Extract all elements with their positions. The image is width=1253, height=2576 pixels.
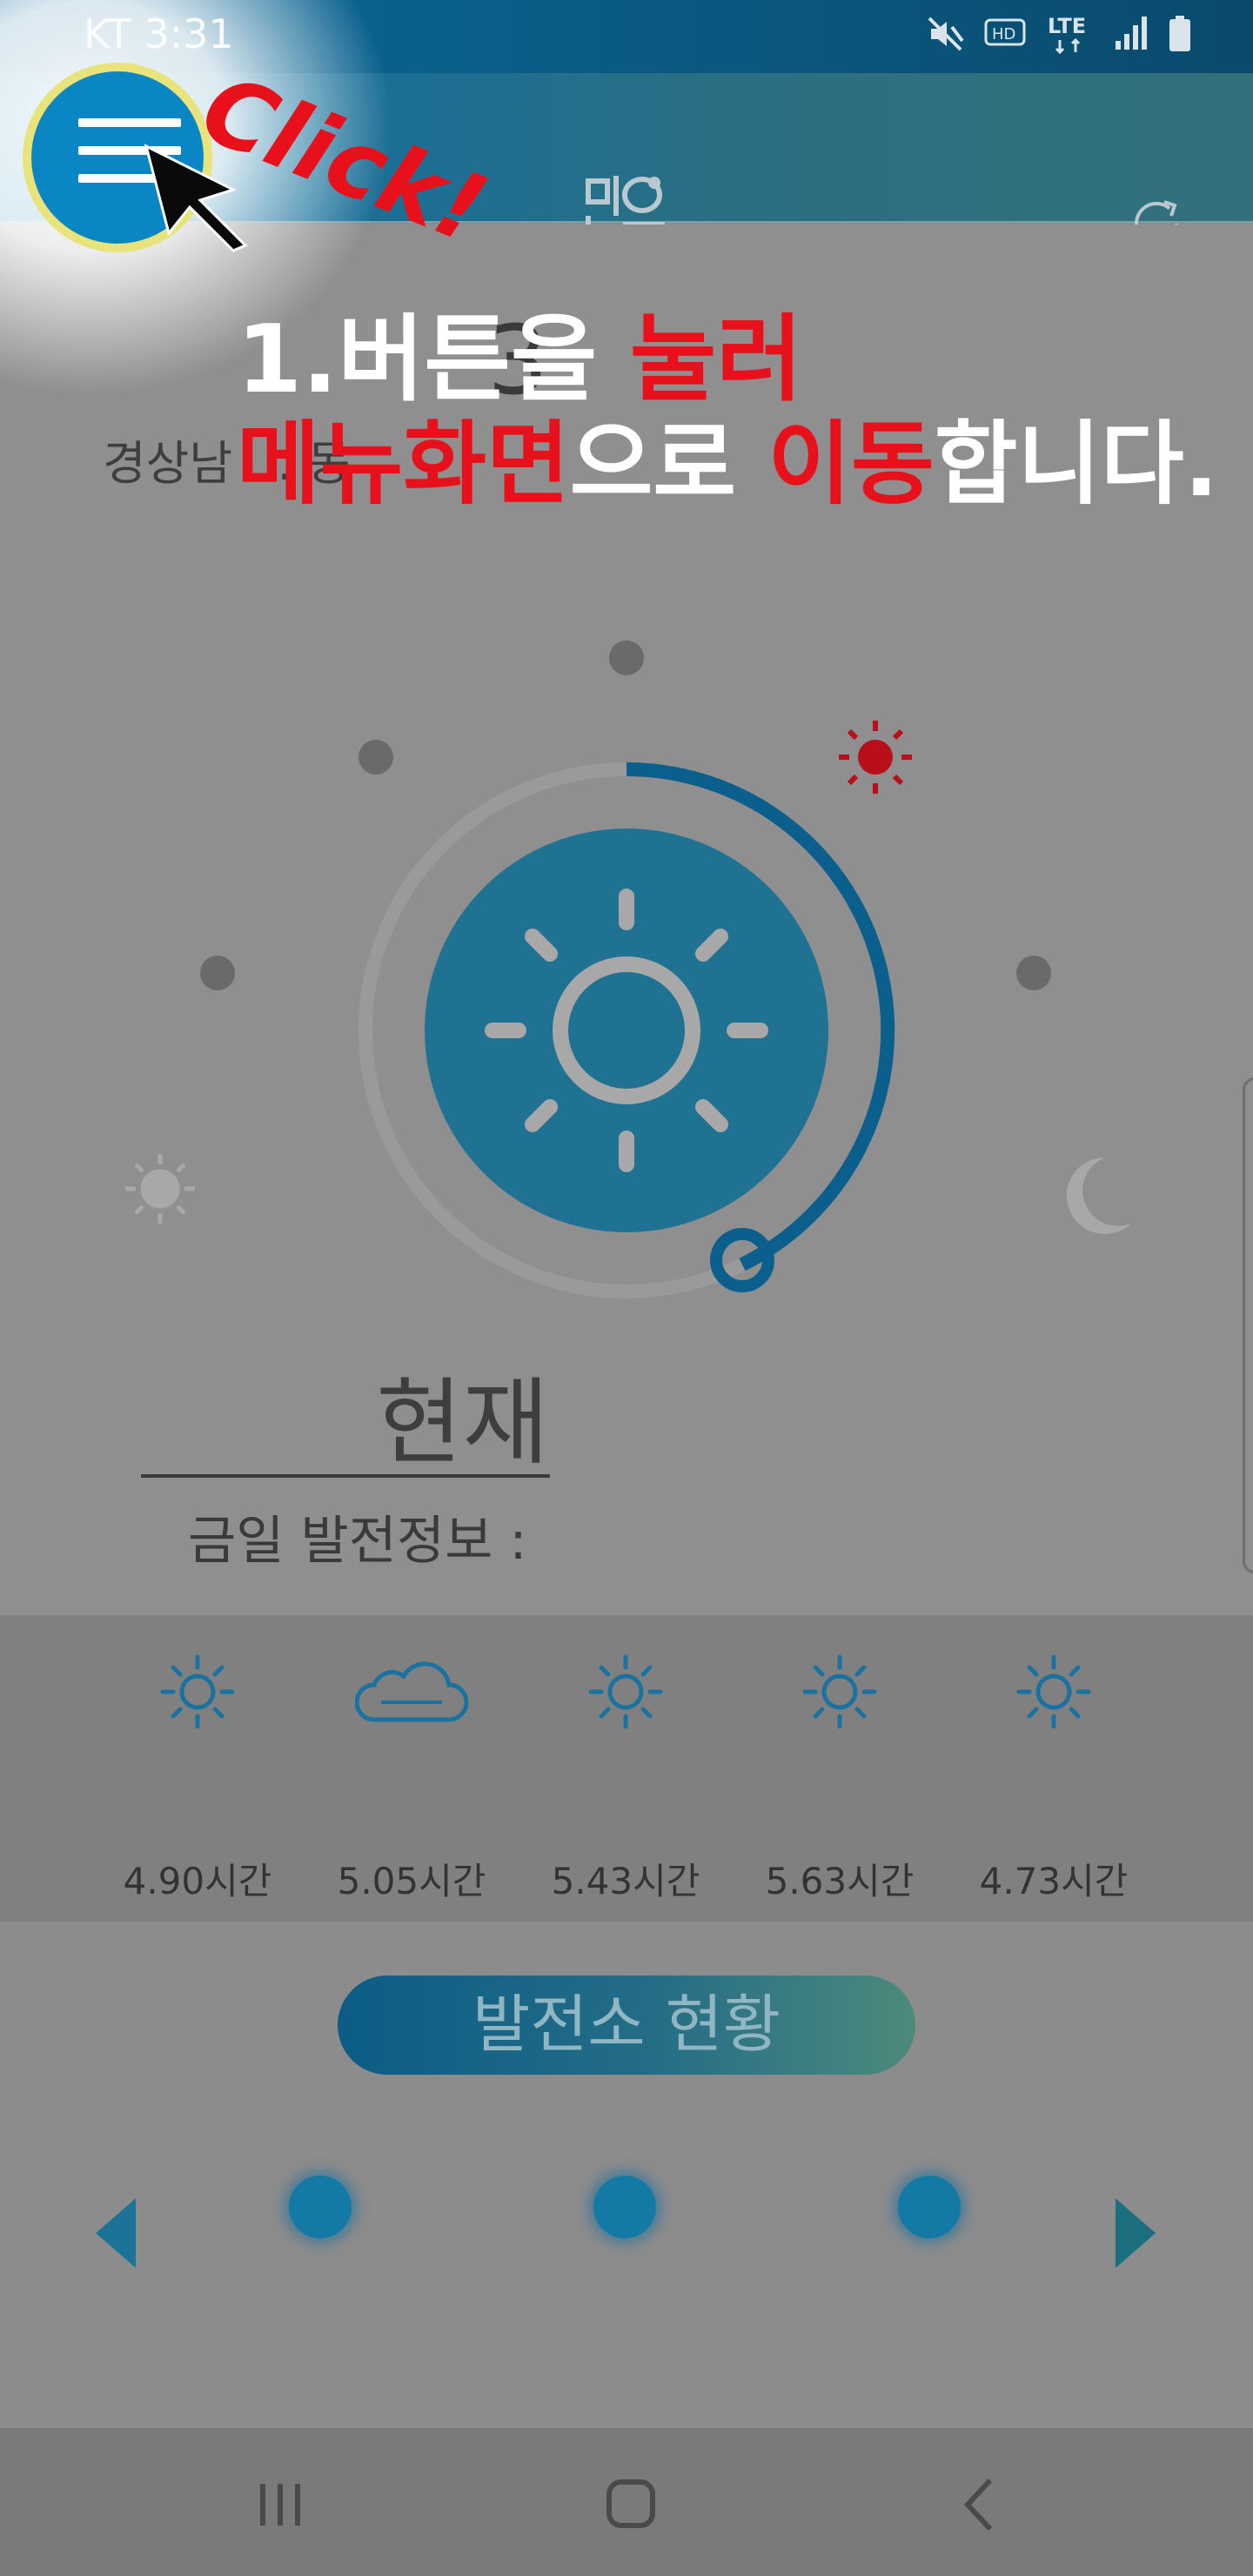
recent-apps-icon[interactable] [228, 2463, 332, 2546]
plant-status-section: 발전소 현황 [0, 1922, 1253, 2428]
forecast-strip: 4.90시간 5.05시간 5.43시간 5.63시간 4.73시간 [0, 1615, 1253, 1922]
svg-text:HD: HD [992, 25, 1015, 44]
now-divider [141, 1474, 550, 1478]
status-time: KT 3:31 [84, 10, 234, 57]
location-digit: 3 [487, 305, 548, 416]
lte-icon: LTE [1048, 14, 1086, 55]
sun-icon [588, 1654, 663, 1729]
forecast-item: 5.43시간 [519, 1615, 733, 1922]
back-icon[interactable] [928, 2463, 1032, 2546]
forecast-hours: 4.73시간 [979, 1860, 1129, 1902]
cloud-icon [355, 1661, 468, 1722]
forecast-item: 5.05시간 [305, 1615, 519, 1922]
mute-icon [928, 17, 964, 51]
current-sun-marker [839, 721, 912, 794]
hd-voice-icon: HD [984, 18, 1026, 46]
plant-status-button[interactable]: 발전소 현황 [338, 1976, 915, 2075]
time-dot [1016, 956, 1051, 990]
status-icons: HD LTE [926, 12, 1192, 56]
signal-icon [1116, 17, 1147, 50]
forecast-item: 5.63시간 [733, 1615, 947, 1922]
status-bar: KT 3:31 HD LTE [0, 0, 1253, 73]
forecast-hours: 5.05시간 [337, 1860, 486, 1902]
prev-arrow-icon[interactable] [96, 2198, 136, 2268]
moon-icon [1066, 1157, 1131, 1234]
battery-icon [1169, 16, 1190, 51]
sun-dial [125, 641, 1131, 1298]
forecast-item: 4.73시간 [947, 1615, 1161, 1922]
today-info-label: 금일 발전정보 : [188, 1511, 527, 1572]
next-arrow-icon[interactable] [1116, 2198, 1156, 2268]
sun-icon [802, 1654, 877, 1729]
sun-icon [1016, 1654, 1091, 1729]
sunrise-icon [125, 1154, 195, 1224]
forecast-hours: 5.43시간 [551, 1860, 700, 1902]
forecast-hours: 4.90시간 [123, 1860, 272, 1902]
plant-page-dot[interactable] [289, 2176, 352, 2238]
time-dot [358, 740, 393, 775]
time-dot [200, 956, 235, 990]
now-label: 현재 [376, 1369, 549, 1478]
home-icon[interactable] [578, 2463, 682, 2546]
forecast-item: 4.90시간 [90, 1615, 305, 1922]
system-nav-bar [0, 2428, 1253, 2576]
svg-text:LTE: LTE [1048, 14, 1086, 38]
plant-page-dot[interactable] [898, 2176, 961, 2238]
time-dot [609, 641, 644, 675]
plant-page-dot[interactable] [593, 2176, 656, 2238]
hamburger-menu-icon [78, 118, 181, 127]
location-label: 경상남 ... 동 [103, 436, 351, 491]
sun-icon [160, 1654, 235, 1729]
forecast-hours: 5.63시간 [765, 1860, 915, 1902]
edge-panel-handle[interactable] [1243, 1077, 1253, 1573]
